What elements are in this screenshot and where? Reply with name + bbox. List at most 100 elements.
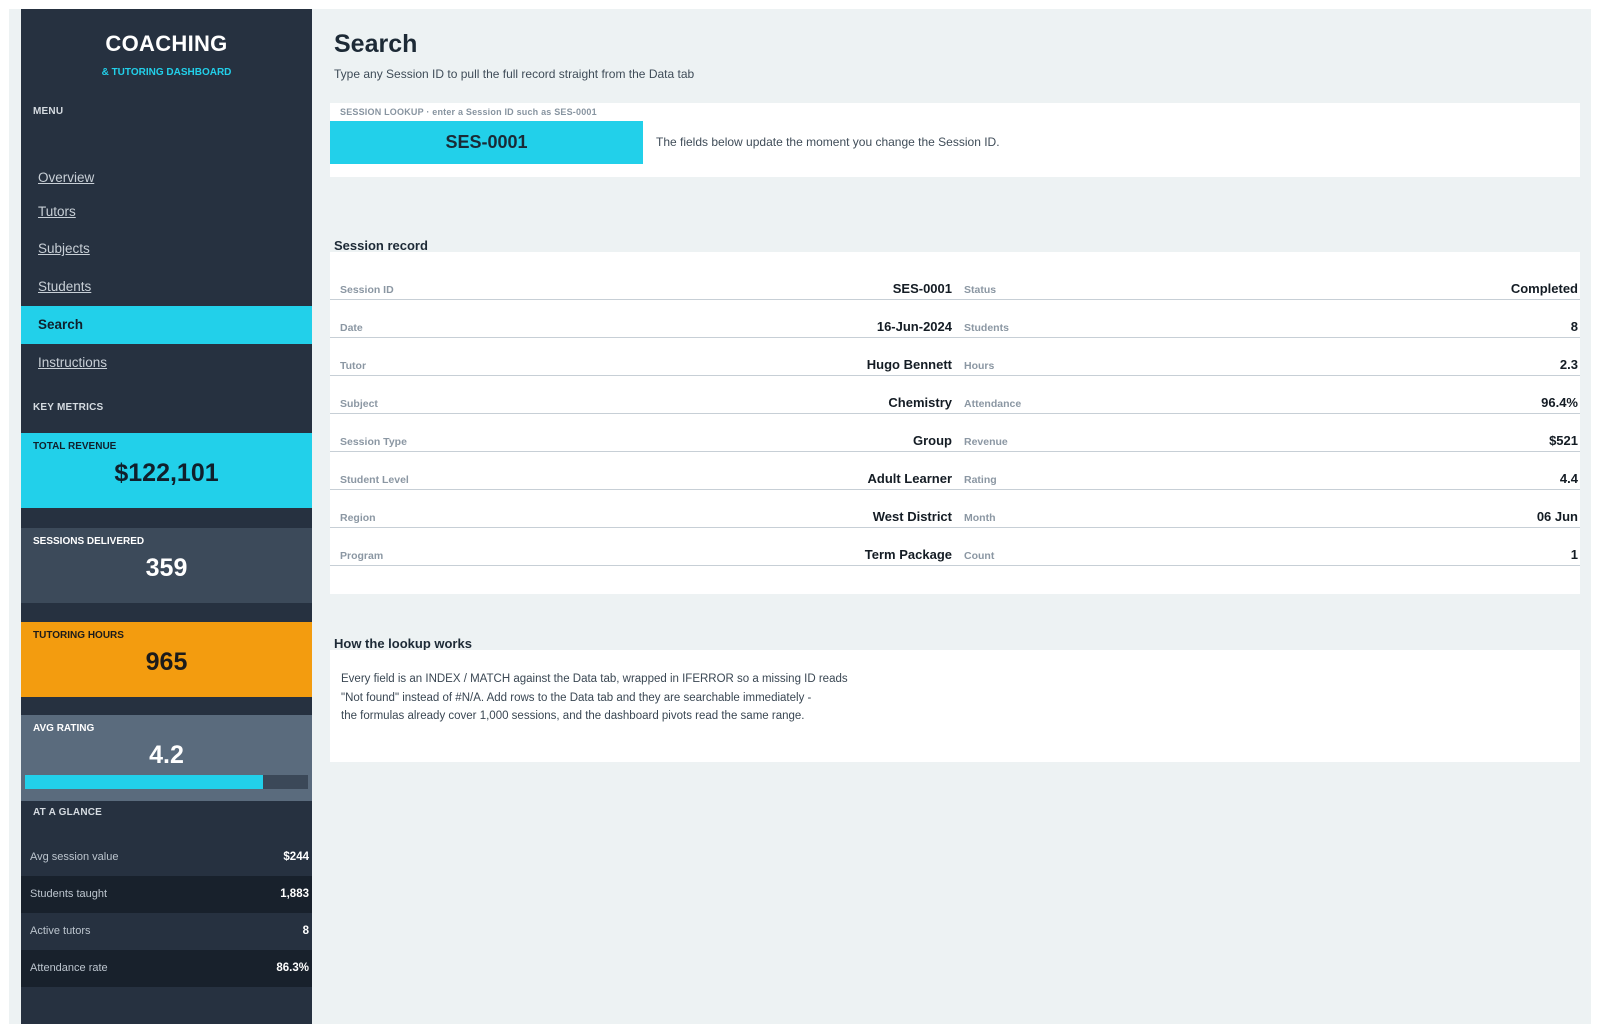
page-subtitle: Type any Session ID to pull the full rec… [334, 67, 695, 81]
record-field-label: Program [340, 550, 384, 562]
at-a-glance-label: AT A GLANCE [33, 807, 103, 818]
record-field-label: Tutor [340, 360, 367, 372]
record-row-session-type: Session Type Group [330, 414, 954, 452]
record-row-status: Status Completed [954, 262, 1580, 300]
rating-progress-track [25, 775, 308, 789]
record-row-date: Date 16-Jun-2024 [330, 300, 954, 338]
record-row-subject: Subject Chemistry [330, 376, 954, 414]
record-field-value: Adult Learner [867, 471, 952, 486]
record-field-value: Term Package [864, 547, 952, 562]
record-field-label: Revenue [964, 436, 1008, 448]
record-field-label: Subject [340, 398, 378, 410]
record-field-value: 16-Jun-2024 [876, 319, 952, 334]
record-field-value: 96.4% [1541, 395, 1578, 410]
record-field-label: Date [340, 322, 363, 334]
record-row-count: Count 1 [954, 528, 1580, 566]
record-field-value: 06 Jun [1536, 509, 1578, 524]
glance-row-active-tutors: Active tutors 8 [21, 913, 312, 950]
metric-value: 4.2 [149, 741, 184, 769]
how-text-line: Every field is an INDEX / MATCH against … [341, 673, 848, 685]
record-field-label: Students [964, 322, 1009, 334]
session-record-card: Session ID SES-0001 Date 16-Jun-2024 Tutor Hu… [330, 252, 1580, 594]
record-field-value: 2.3 [1559, 357, 1578, 372]
glance-value: 8 [302, 925, 309, 937]
metric-sessions-delivered: SESSIONS DELIVERED 359 [21, 528, 312, 603]
record-row-tutor: Tutor Hugo Bennett [330, 338, 954, 376]
metric-total-revenue: TOTAL REVENUE $122,101 [21, 433, 312, 508]
record-field-value: Group [913, 433, 952, 448]
nav-item-tutors[interactable]: Tutors [21, 193, 312, 231]
record-row-program: Program Term Package [330, 528, 954, 566]
record-row-rating: Rating 4.4 [954, 452, 1580, 490]
record-row-attendance: Attendance 96.4% [954, 376, 1580, 414]
metric-label: TUTORING HOURS [33, 630, 124, 641]
glance-row-avg-session-value: Avg session value $244 [21, 839, 312, 876]
glance-label: Students taught [30, 888, 108, 900]
record-field-value: Chemistry [888, 395, 952, 410]
main-content: Search Type any Session ID to pull the f… [312, 9, 1591, 1024]
record-field-value: SES-0001 [892, 281, 952, 296]
record-field-value: Hugo Bennett [866, 357, 952, 372]
record-field-value: 1 [1570, 547, 1578, 562]
record-field-value: 8 [1570, 319, 1578, 334]
menu-label: MENU [33, 106, 64, 117]
brand-title: COACHING [105, 31, 228, 56]
metric-value: $122,101 [114, 459, 219, 487]
record-field-value: Completed [1510, 281, 1578, 296]
record-field-label: Region [340, 512, 376, 524]
glance-value: 86.3% [276, 962, 309, 974]
session-id-input[interactable] [330, 121, 643, 164]
glance-value: $244 [283, 851, 309, 863]
metric-value: 359 [145, 554, 188, 582]
glance-label: Active tutors [30, 925, 91, 937]
record-row-student-level: Student Level Adult Learner [330, 452, 954, 490]
page-title: Search [334, 30, 418, 58]
glance-row-attendance-rate: Attendance rate 86.3% [21, 950, 312, 987]
session-lookup-card: SESSION LOOKUP · enter a Session ID such… [330, 103, 1580, 177]
how-lookup-works-card: Every field is an INDEX / MATCH against … [330, 650, 1580, 762]
glance-row-students-taught: Students taught 1,883 [21, 876, 312, 913]
nav-item-instructions[interactable]: Instructions [21, 344, 312, 382]
nav-item-search[interactable]: Search [21, 306, 312, 344]
record-field-label: Student Level [340, 474, 409, 486]
record-field-label: Session ID [340, 284, 394, 296]
session-lookup-label: SESSION LOOKUP · enter a Session ID such… [340, 107, 597, 117]
session-lookup-hint: The fields below update the moment you c… [656, 135, 1000, 149]
record-field-label: Session Type [340, 436, 407, 448]
metric-label: AVG RATING [33, 723, 95, 734]
record-row-region: Region West District [330, 490, 954, 528]
record-field-label: Hours [964, 360, 995, 372]
glance-label: Avg session value [30, 851, 119, 863]
session-record-title: Session record [334, 238, 428, 253]
record-row-session-id: Session ID SES-0001 [330, 262, 954, 300]
record-field-label: Count [964, 550, 995, 562]
nav-item-subjects[interactable]: Subjects [21, 230, 312, 268]
record-row-month: Month 06 Jun [954, 490, 1580, 528]
record-field-label: Rating [964, 474, 997, 486]
metric-tutoring-hours: TUTORING HOURS 965 [21, 622, 312, 697]
how-text-line: the formulas already cover 1,000 session… [341, 710, 805, 722]
rating-progress-fill [25, 775, 263, 789]
metric-label: TOTAL REVENUE [33, 441, 117, 452]
metric-value: 965 [145, 648, 188, 676]
record-row-revenue: Revenue $521 [954, 414, 1580, 452]
record-row-hours: Hours 2.3 [954, 338, 1580, 376]
metric-avg-rating: AVG RATING 4.2 [21, 715, 312, 801]
metric-label: SESSIONS DELIVERED [33, 536, 145, 547]
record-field-label: Status [964, 284, 997, 296]
sidebar: COACHING & TUTORING DASHBOARD MENU Overv… [21, 9, 312, 1024]
glance-label: Attendance rate [30, 962, 108, 974]
how-lookup-works-text: Every field is an INDEX / MATCH against … [341, 670, 848, 726]
how-lookup-works-title: How the lookup works [334, 636, 472, 651]
record-field-label: Attendance [964, 398, 1022, 410]
record-field-value: West District [872, 509, 952, 524]
record-field-value: 4.4 [1559, 471, 1578, 486]
record-field-label: Month [964, 512, 996, 524]
how-text-line: "Not found" instead of #N/A. Add rows to… [341, 691, 812, 704]
glance-value: 1,883 [280, 888, 309, 900]
record-field-value: $521 [1549, 433, 1578, 448]
nav-item-overview[interactable]: Overview [21, 159, 312, 197]
brand-subtitle: & TUTORING DASHBOARD [101, 67, 232, 78]
nav-item-students[interactable]: Students [21, 268, 312, 306]
record-row-students: Students 8 [954, 300, 1580, 338]
